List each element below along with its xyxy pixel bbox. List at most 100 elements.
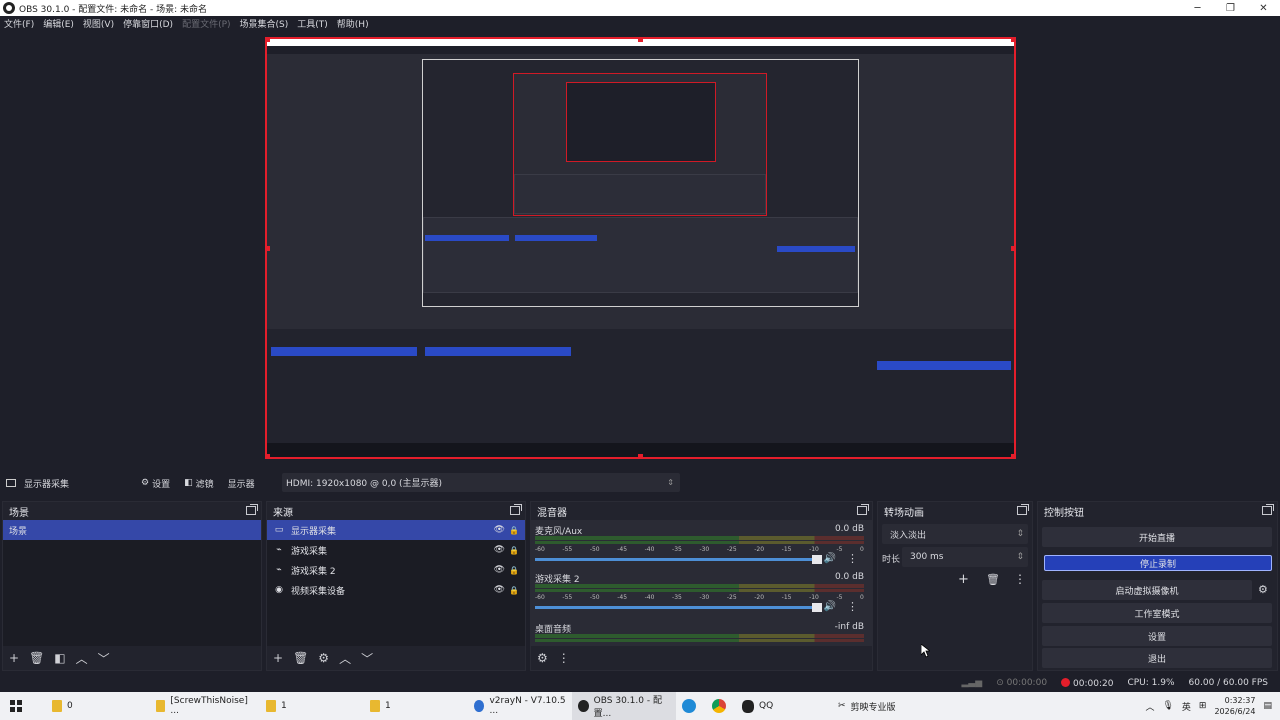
menu-tools[interactable]: 工具(T) [297, 17, 328, 30]
taskbar-item-label: 1 [281, 701, 287, 711]
resize-handle-tl[interactable] [267, 39, 270, 42]
filter-icon[interactable]: ◧ [54, 651, 65, 665]
volume-slider-handle[interactable] [812, 603, 822, 612]
properties-button[interactable]: ⚙ 设置 [141, 477, 170, 490]
source-item[interactable]: ◉ 视频采集设备 👁 🔒 [267, 580, 525, 600]
resize-handle-t[interactable] [638, 39, 643, 42]
undock-icon[interactable] [246, 504, 258, 515]
arrow-down-icon[interactable]: ﹀ [361, 650, 373, 667]
microphone-icon[interactable]: 🎙 [1162, 701, 1173, 711]
volume-slider-handle[interactable] [812, 555, 822, 564]
lock-icon[interactable]: 🔒 [509, 546, 519, 555]
arrow-up-icon[interactable]: ︿ [339, 650, 351, 667]
folder-icon [52, 700, 62, 712]
transition-select[interactable]: 淡入淡出 ⇕ [882, 524, 1028, 544]
preview-nested-canvas [422, 59, 859, 307]
trash-icon[interactable]: 🗑 [293, 651, 308, 665]
arrow-up-icon[interactable]: ︿ [76, 650, 88, 667]
taskbar-item-label: v2rayN - V7.10.5 ... [489, 696, 566, 716]
settings-button[interactable]: 设置 [1042, 626, 1272, 646]
stop-recording-button[interactable]: 停止录制 [1044, 555, 1272, 571]
taskbar-item-explorer[interactable]: 1 [364, 692, 468, 720]
trash-icon[interactable]: 🗑 [986, 573, 1000, 586]
lock-icon[interactable]: 🔒 [509, 586, 519, 595]
taskbar-item-label: 剪映专业版 [850, 702, 896, 713]
gear-icon[interactable]: ⚙ [537, 651, 548, 665]
ime-label[interactable]: 英 [1182, 700, 1191, 713]
display-select[interactable]: HDMI: 1920x1080 @ 0,0 (主显示器) ⇕ [282, 473, 680, 492]
taskbar-item-explorer[interactable]: [ScrewThisNoise] ... [150, 692, 260, 720]
transition-type: 淡入淡出 [890, 530, 927, 541]
taskbar-item-obs[interactable]: OBS 30.1.0 - 配置... [572, 692, 676, 720]
chevron-up-icon[interactable]: ︿ [1145, 700, 1154, 713]
menu-file[interactable]: 文件(F) [4, 17, 34, 30]
more-icon[interactable]: ⋮ [1014, 572, 1026, 586]
menu-edit[interactable]: 编辑(E) [43, 17, 74, 30]
volume-slider[interactable] [535, 606, 817, 609]
undock-icon[interactable] [510, 504, 522, 515]
scene-item[interactable]: 场景 [3, 520, 261, 540]
volume-meter [535, 541, 864, 544]
gear-icon[interactable]: ⚙ [318, 651, 329, 665]
taskbar-item-v2rayn[interactable]: v2rayN - V7.10.5 ... [468, 692, 572, 720]
menu-view[interactable]: 视图(V) [83, 17, 114, 30]
resize-handle-r[interactable] [1011, 246, 1014, 251]
menu-docks[interactable]: 停靠窗口(D) [123, 17, 173, 30]
undock-icon[interactable] [1262, 504, 1274, 515]
taskbar-item-chrome[interactable] [706, 692, 736, 720]
start-button[interactable] [0, 692, 32, 720]
taskbar-item-jianying[interactable]: ✂ 剪映专业版 [832, 692, 936, 720]
taskbar-item-qq[interactable]: QQ [736, 692, 832, 720]
resize-handle-br[interactable] [1011, 454, 1014, 457]
more-icon[interactable]: ⋮ [847, 600, 858, 613]
menu-help[interactable]: 帮助(H) [337, 17, 369, 30]
arrow-down-icon[interactable]: ﹀ [98, 650, 110, 667]
keyboard-icon[interactable]: ⊞ [1199, 701, 1207, 711]
start-streaming-button[interactable]: 开始直播 [1042, 527, 1272, 547]
start-virtual-camera-button[interactable]: 启动虚拟摄像机 [1042, 580, 1252, 600]
gear-icon[interactable]: ⚙ [1258, 583, 1268, 596]
source-item[interactable]: ⌁ 游戏采集 👁 🔒 [267, 540, 525, 560]
clock[interactable]: 0:32:37 2026/6/24 [1214, 695, 1255, 717]
add-icon[interactable]: + [9, 651, 19, 665]
undock-icon[interactable] [1017, 504, 1029, 515]
resize-handle-l[interactable] [267, 246, 270, 251]
resize-handle-bl[interactable] [267, 454, 270, 457]
gamepad-icon: ⌁ [276, 565, 282, 575]
eye-icon[interactable]: 👁 [494, 565, 505, 575]
taskbar-item-edge[interactable] [676, 692, 706, 720]
source-item[interactable]: ▭ 显示器采集 👁 🔒 [267, 520, 525, 540]
resize-handle-tr[interactable] [1011, 39, 1014, 42]
preview-canvas[interactable] [265, 37, 1016, 459]
taskbar-item-explorer[interactable]: 1 [260, 692, 364, 720]
camera-icon: ◉ [275, 585, 283, 595]
menu-profile[interactable]: 配置文件(P) [182, 17, 230, 30]
eye-icon[interactable]: 👁 [494, 545, 505, 555]
add-icon[interactable]: + [958, 572, 969, 587]
lock-icon[interactable]: 🔒 [509, 566, 519, 575]
trash-icon[interactable]: 🗑 [29, 651, 44, 665]
more-icon[interactable]: ⋮ [847, 552, 858, 565]
volume-slider[interactable] [535, 558, 817, 561]
add-icon[interactable]: + [273, 651, 283, 665]
minimize-button[interactable]: ─ [1181, 3, 1214, 14]
source-item[interactable]: ⌁ 游戏采集 2 👁 🔒 [267, 560, 525, 580]
studio-mode-button[interactable]: 工作室模式 [1042, 603, 1272, 623]
lock-icon[interactable]: 🔒 [509, 526, 519, 535]
close-button[interactable]: ✕ [1247, 3, 1280, 14]
taskbar-item-explorer[interactable]: 0 [46, 692, 150, 720]
menu-scene-collection[interactable]: 场景集合(S) [240, 17, 289, 30]
speaker-icon[interactable]: 🔊 [824, 553, 836, 564]
more-icon[interactable]: ⋮ [558, 651, 570, 665]
duration-spinbox[interactable]: 300 ms ⇕ [902, 547, 1028, 567]
filters-button[interactable]: ◧ 滤镜 [184, 477, 214, 490]
resize-handle-b[interactable] [638, 454, 643, 457]
notification-icon[interactable]: ▤ [1263, 701, 1272, 711]
maximize-button[interactable]: ❐ [1214, 3, 1247, 14]
exit-button[interactable]: 退出 [1042, 648, 1272, 668]
speaker-icon[interactable]: 🔊 [824, 601, 836, 612]
eye-icon[interactable]: 👁 [494, 585, 505, 595]
filter-icon: ◧ [184, 478, 193, 488]
undock-icon[interactable] [857, 504, 869, 515]
eye-icon[interactable]: 👁 [494, 525, 505, 535]
